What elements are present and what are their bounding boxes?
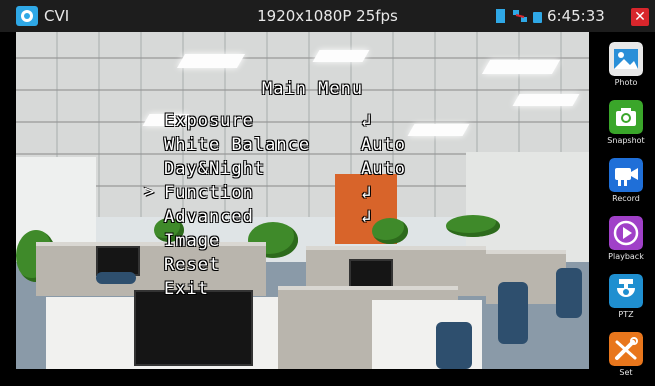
osd-value-function: ↲	[361, 183, 373, 203]
osd-item-reset[interactable]: Reset	[164, 255, 220, 275]
osd-item-white-balance[interactable]: White Balance	[164, 135, 310, 155]
tools-icon	[609, 332, 643, 366]
osd-value-advanced: ↲	[361, 207, 373, 227]
sidebar-label: Playback	[608, 252, 644, 261]
sidebar-label: Record	[612, 194, 640, 203]
osd-item-advanced[interactable]: Advanced	[164, 207, 254, 227]
osd-item-exit[interactable]: Exit	[164, 279, 209, 299]
sidebar-item-ptz[interactable]: PTZ	[597, 270, 655, 328]
sd-card-icon	[496, 9, 505, 23]
sidebar-item-set[interactable]: Set	[597, 328, 655, 386]
osd-value-day-night: Auto	[361, 159, 406, 179]
sidebar-item-snapshot[interactable]: Snapshot	[597, 96, 655, 154]
network-icon	[513, 10, 527, 22]
osd-item-exposure[interactable]: Exposure	[164, 111, 254, 131]
osd-menu-title: Main Menu	[262, 79, 364, 99]
sidebar-label: Photo	[614, 78, 638, 87]
osd-cursor: >	[144, 182, 155, 202]
sidebar-label: PTZ	[618, 310, 634, 319]
osd-value-exposure: ↲	[361, 111, 373, 131]
ptz-camera-icon	[609, 274, 643, 308]
camera-icon	[609, 100, 643, 134]
clock: 6:45:33	[547, 7, 605, 25]
sidebar-item-playback[interactable]: Playback	[597, 212, 655, 270]
osd-item-image[interactable]: Image	[164, 231, 220, 251]
osd-value-white-balance: Auto	[361, 135, 406, 155]
osd-item-day-night[interactable]: Day&Night	[164, 159, 265, 179]
close-button[interactable]: ✕	[631, 8, 649, 26]
video-preview: Main Menu > Exposure ↲ White Balance Aut…	[16, 32, 589, 369]
top-bar: CVI 1920x1080P 25fps 6:45:33 ✕	[0, 0, 655, 32]
battery-icon	[533, 12, 542, 23]
play-icon	[609, 216, 643, 250]
sidebar-label: Set	[619, 368, 633, 377]
photo-icon	[609, 42, 643, 76]
osd-item-function[interactable]: Function	[164, 183, 254, 203]
sidebar-item-photo[interactable]: Photo	[597, 38, 655, 96]
video-camera-icon	[609, 158, 643, 192]
sidebar: Photo Snapshot Record Playback PTZ Set	[597, 32, 655, 379]
sidebar-label: Snapshot	[607, 136, 645, 145]
sidebar-item-record[interactable]: Record	[597, 154, 655, 212]
